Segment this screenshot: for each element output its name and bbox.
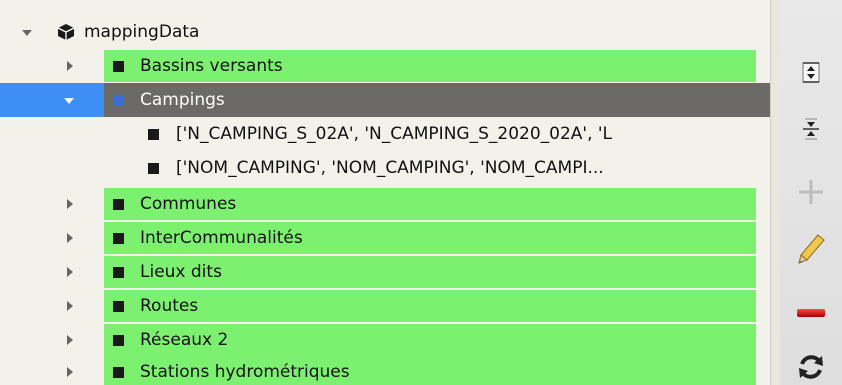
- expand-arrow-icon[interactable]: [67, 335, 73, 345]
- expand-arrow-icon[interactable]: [22, 30, 32, 36]
- expand-arrow-icon[interactable]: [67, 199, 73, 209]
- layer-label: Bassins versants: [140, 56, 283, 76]
- layer-tree[interactable]: mappingData Bassins versants Campings ['…: [0, 0, 770, 385]
- layer-child-row[interactable]: ['NOM_CAMPING', 'NOM_CAMPING', 'NOM_CAMP…: [0, 151, 770, 185]
- selection-highlight: [0, 83, 104, 117]
- row-highlight: [104, 290, 756, 322]
- layer-label: Campings: [140, 90, 225, 110]
- layer-row-routes[interactable]: Routes: [0, 289, 770, 323]
- layer-label: Communes: [140, 194, 237, 214]
- layer-symbol-icon: [113, 233, 124, 244]
- collapse-all-icon[interactable]: [794, 112, 828, 146]
- layer-row-stations-hydrometriques[interactable]: Stations hydrométriques: [0, 355, 770, 385]
- layer-label: InterCommunalités: [140, 228, 303, 248]
- layer-label: Stations hydrométriques: [140, 362, 350, 382]
- package-icon: [57, 24, 75, 40]
- tree-root-row[interactable]: mappingData: [0, 15, 770, 49]
- attribute-symbol-icon: [148, 163, 159, 174]
- layer-row-campings[interactable]: Campings: [0, 83, 770, 117]
- layer-label: Routes: [140, 296, 199, 316]
- layer-child-row[interactable]: ['N_CAMPING_S_02A', 'N_CAMPING_S_2020_02…: [0, 117, 770, 151]
- layer-symbol-icon: [113, 267, 124, 278]
- layer-symbol-icon: [113, 95, 124, 106]
- expand-arrow-icon[interactable]: [67, 367, 73, 377]
- add-icon[interactable]: [794, 175, 828, 209]
- expand-arrow-icon[interactable]: [67, 61, 73, 71]
- collapse-arrow-icon[interactable]: [64, 98, 74, 104]
- expand-all-icon[interactable]: [794, 55, 828, 89]
- attribute-label: ['NOM_CAMPING', 'NOM_CAMPING', 'NOM_CAMP…: [176, 158, 604, 178]
- layer-symbol-icon: [113, 301, 124, 312]
- edit-pencil-icon[interactable]: [794, 232, 828, 266]
- layer-symbol-icon: [113, 335, 124, 346]
- tree-toolbar: [780, 0, 842, 385]
- remove-icon[interactable]: [794, 295, 828, 329]
- layer-row-lieux-dits[interactable]: Lieux dits: [0, 255, 770, 289]
- attribute-symbol-icon: [148, 129, 159, 140]
- layer-symbol-icon: [113, 61, 124, 72]
- layer-row-reseaux-2[interactable]: Réseaux 2: [0, 323, 770, 357]
- tree-root-label: mappingData: [84, 22, 200, 42]
- attribute-label: ['N_CAMPING_S_02A', 'N_CAMPING_S_2020_02…: [176, 124, 613, 144]
- expand-arrow-icon[interactable]: [67, 267, 73, 277]
- layer-label: Réseaux 2: [140, 330, 229, 350]
- layer-label: Lieux dits: [140, 262, 222, 282]
- refresh-icon[interactable]: [794, 350, 828, 384]
- layer-row-intercommunalites[interactable]: InterCommunalités: [0, 221, 770, 255]
- expand-arrow-icon[interactable]: [67, 301, 73, 311]
- layer-row-bassins-versants[interactable]: Bassins versants: [0, 49, 770, 83]
- expand-arrow-icon[interactable]: [67, 233, 73, 243]
- layer-symbol-icon: [113, 367, 124, 378]
- layer-row-communes[interactable]: Communes: [0, 187, 770, 221]
- layer-symbol-icon: [113, 199, 124, 210]
